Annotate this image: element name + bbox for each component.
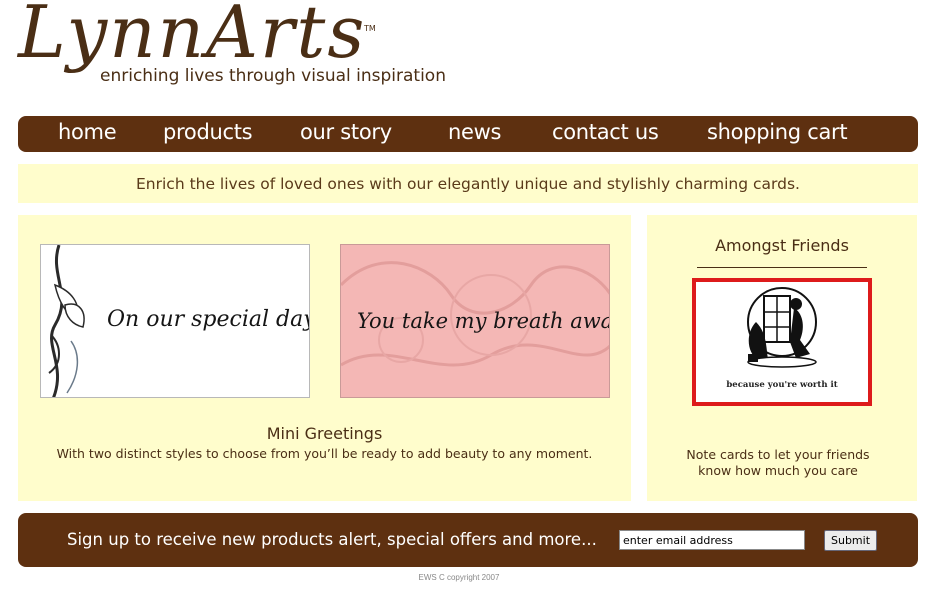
title-divider (697, 267, 867, 268)
submit-button[interactable]: Submit (824, 530, 877, 551)
description-line: know how much you care (698, 463, 858, 478)
nav-our-story[interactable]: our story (300, 120, 392, 144)
amongst-friends-description: Note cards to let your friends know how … (647, 447, 909, 479)
newsletter-signup-bar: Sign up to receive new products alert, s… (18, 513, 918, 567)
site-logo[interactable]: LynnArts TM enriching lives through visu… (18, 0, 478, 114)
logo-tagline: enriching lives through visual inspirati… (100, 66, 446, 86)
floral-ornament-icon (48, 245, 85, 397)
card-amongst-friends[interactable]: because you're worth it (692, 278, 872, 406)
nav-news[interactable]: news (448, 120, 501, 144)
card-caption: because you're worth it (726, 380, 838, 390)
nav-shopping-cart[interactable]: shopping cart (707, 120, 848, 144)
card-breath-away[interactable]: You take my breath away (340, 244, 610, 398)
logo-trademark: TM (364, 24, 376, 33)
mini-greetings-title[interactable]: Mini Greetings (18, 424, 631, 443)
signup-prompt: Sign up to receive new products alert, s… (67, 530, 597, 549)
featured-panel: On our special day You take my breath aw… (18, 215, 631, 501)
card-special-day[interactable]: On our special day (40, 244, 310, 398)
logo-wordmark: LynnArts (18, 0, 367, 74)
nav-products[interactable]: products (163, 120, 253, 144)
description-line: Note cards to let your friends (686, 447, 870, 462)
email-input[interactable] (619, 530, 805, 550)
nav-contact-us[interactable]: contact us (552, 120, 659, 144)
side-panel: Amongst Friends because you're worth it … (647, 215, 917, 501)
mini-greetings-description: With two distinct styles to choose from … (56, 446, 593, 461)
tagline-banner: Enrich the lives of loved ones with our … (18, 164, 918, 203)
amongst-friends-title[interactable]: Amongst Friends (647, 236, 917, 255)
card-script-breath-away: You take my breath away (357, 309, 610, 333)
banner-text: Enrich the lives of loved ones with our … (136, 175, 800, 193)
copyright-notice: EWS C copyright 2007 (418, 573, 500, 582)
card-script-special-day: On our special day (107, 307, 310, 332)
main-nav: home products our story news contact us … (18, 116, 918, 152)
nav-home[interactable]: home (58, 120, 117, 144)
woman-at-window-icon (747, 287, 817, 368)
